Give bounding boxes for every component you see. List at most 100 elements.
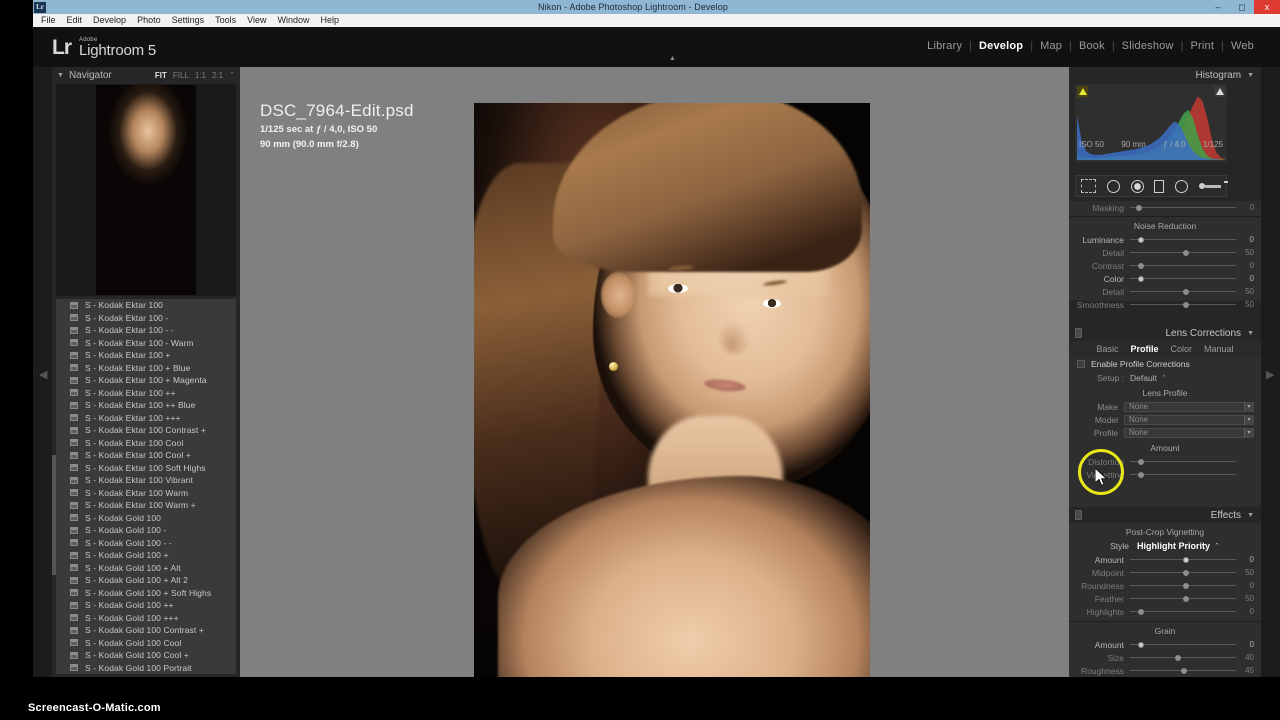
histogram-header[interactable]: Histogram ▼ <box>1069 67 1261 83</box>
slider-row[interactable]: Color 0 <box>1069 272 1261 285</box>
preset-item[interactable]: S - Kodak Gold 100 + <box>56 549 236 562</box>
module-map[interactable]: Map <box>1033 40 1069 52</box>
preset-item[interactable]: S - Kodak Gold 100 + Alt <box>56 562 236 575</box>
slider-row[interactable]: Highlights 0 <box>1069 605 1261 618</box>
slider-row[interactable]: Luminance 0 <box>1069 233 1261 246</box>
panel-switch-icon[interactable] <box>1075 510 1082 520</box>
preset-item[interactable]: S - Kodak Gold 100 ++ <box>56 599 236 612</box>
zoom-caret-icon[interactable]: ⌃ <box>229 71 235 79</box>
field-select[interactable]: None ▾ <box>1124 401 1254 412</box>
disclosure-triangle-icon[interactable]: ▼ <box>1247 512 1254 519</box>
preset-item[interactable]: S - Kodak Ektar 100 Contrast + <box>56 424 236 437</box>
setup-row[interactable]: Setup : Default ⌃ <box>1069 371 1261 384</box>
slider-row[interactable]: Amount 0 <box>1069 553 1261 566</box>
top-panel-toggle[interactable]: ▲ <box>669 55 676 62</box>
module-web[interactable]: Web <box>1224 40 1261 52</box>
menu-view[interactable]: View <box>247 14 266 27</box>
zoom-fill[interactable]: FILL <box>173 71 189 80</box>
menu-edit[interactable]: Edit <box>67 14 83 27</box>
preset-item[interactable]: S - Kodak Ektar 100 +++ <box>56 412 236 425</box>
lens-profile-field[interactable]: Profile None ▾ <box>1069 426 1261 439</box>
module-library[interactable]: Library <box>920 40 969 52</box>
module-book[interactable]: Book <box>1072 40 1112 52</box>
zoom-2-1[interactable]: 2:1 <box>212 71 223 80</box>
preset-item[interactable]: S - Kodak Ektar 100 + <box>56 349 236 362</box>
slider-knob[interactable] <box>1180 667 1187 674</box>
disclosure-triangle-icon[interactable]: ▼ <box>57 72 64 79</box>
preset-item[interactable]: S - Kodak Gold 100 Contrast + <box>56 624 236 637</box>
slider-knob[interactable] <box>1183 582 1189 589</box>
adjustment-brush-icon[interactable] <box>1198 183 1221 189</box>
preset-item[interactable]: S - Kodak Gold 100 - <box>56 524 236 537</box>
slider-row[interactable]: Amount 0 <box>1069 638 1261 651</box>
slider-knob[interactable] <box>1138 275 1145 282</box>
slider-knob[interactable] <box>1183 569 1189 576</box>
slider-track[interactable] <box>1130 653 1236 662</box>
preset-item[interactable]: S - Kodak Gold 100 - - <box>56 537 236 550</box>
preset-item[interactable]: S - Kodak Ektar 100 <box>56 299 236 312</box>
effects-header[interactable]: Effects ▼ <box>1069 507 1261 523</box>
preset-item[interactable]: S - Kodak Gold 100 Cool + <box>56 649 236 662</box>
slider-knob[interactable] <box>1174 654 1181 661</box>
preset-item[interactable]: S - Kodak Ektar 100 + Magenta <box>56 374 236 387</box>
zoom-fit[interactable]: FIT <box>155 71 167 80</box>
highlight-clipping-indicator[interactable] <box>1214 86 1225 97</box>
slider-row[interactable]: Midpoint 50 <box>1069 566 1261 579</box>
tab-color[interactable]: Color <box>1170 344 1192 354</box>
disclosure-triangle-icon[interactable]: ▼ <box>1247 330 1254 337</box>
preset-item[interactable]: S - Kodak Ektar 100 Warm <box>56 487 236 500</box>
slider-knob[interactable] <box>1183 288 1189 295</box>
chevron-down-icon[interactable]: ▾ <box>1244 427 1253 438</box>
slider-knob[interactable] <box>1183 249 1189 256</box>
slider-track[interactable] <box>1130 594 1236 603</box>
slider-row[interactable]: Contrast 0 <box>1069 259 1261 272</box>
slider-row[interactable]: Roundness 0 <box>1069 579 1261 592</box>
slider-knob[interactable] <box>1138 236 1145 243</box>
enable-profile-corrections-row[interactable]: Enable Profile Corrections <box>1069 357 1261 371</box>
navigator-preview[interactable] <box>56 84 236 296</box>
minimize-button[interactable]: – <box>1206 0 1230 14</box>
menu-develop[interactable]: Develop <box>93 14 126 27</box>
panel-switch-icon[interactable] <box>1075 328 1082 338</box>
slider-track[interactable] <box>1130 470 1236 479</box>
preset-item[interactable]: S - Kodak Ektar 100 Vibrant <box>56 474 236 487</box>
preset-item[interactable]: S - Kodak Ektar 100 ++ <box>56 387 236 400</box>
slider-track[interactable] <box>1130 457 1236 466</box>
slider-row[interactable]: Feather 50 <box>1069 592 1261 605</box>
slider-row[interactable]: Detail 50 <box>1069 285 1261 298</box>
zoom-1-1[interactable]: 1:1 <box>195 71 206 80</box>
menu-file[interactable]: File <box>41 14 56 27</box>
menu-photo[interactable]: Photo <box>137 14 161 27</box>
preset-item[interactable]: S - Kodak Ektar 100 - - <box>56 324 236 337</box>
chevron-down-icon[interactable]: ▾ <box>1244 414 1253 425</box>
shadow-clipping-indicator[interactable] <box>1077 86 1088 97</box>
slider-knob[interactable] <box>1138 641 1145 648</box>
slider-track[interactable] <box>1130 666 1236 675</box>
chevron-down-icon[interactable]: ⌃ <box>1161 374 1167 382</box>
slider-knob[interactable] <box>1183 595 1189 602</box>
preset-item[interactable]: S - Kodak Ektar 100 - <box>56 312 236 325</box>
preset-item[interactable]: S - Kodak Ektar 100 ++ Blue <box>56 399 236 412</box>
slider-row[interactable]: Smoothness 50 <box>1069 298 1261 311</box>
preset-item[interactable]: S - Kodak Ektar 100 Warm + <box>56 499 236 512</box>
slider-knob[interactable] <box>1183 556 1189 563</box>
spot-removal-icon[interactable] <box>1106 179 1120 193</box>
maximize-button[interactable]: ◻ <box>1230 0 1254 14</box>
preset-item[interactable]: S - Kodak Ektar 100 Soft Highs <box>56 462 236 475</box>
slider-track[interactable] <box>1130 235 1236 244</box>
field-select[interactable]: None ▾ <box>1124 414 1254 425</box>
tab-manual[interactable]: Manual <box>1204 344 1234 354</box>
lens-profile-field[interactable]: Model None ▾ <box>1069 413 1261 426</box>
menu-help[interactable]: Help <box>321 14 340 27</box>
left-panel-scrollbar[interactable] <box>52 455 56 575</box>
preset-item[interactable]: S - Kodak Gold 100 +++ <box>56 612 236 625</box>
slider-track[interactable] <box>1130 640 1236 649</box>
style-value[interactable]: Highlight Priority <box>1137 541 1210 551</box>
slider-knob[interactable] <box>1183 301 1189 308</box>
right-panel-collapse-arrow[interactable]: ▶ <box>1266 367 1275 383</box>
disclosure-triangle-icon[interactable]: ▼ <box>1247 72 1254 79</box>
left-panel-collapse-arrow[interactable]: ◀ <box>39 367 48 383</box>
slider-track[interactable] <box>1130 555 1236 564</box>
graduated-filter-icon[interactable] <box>1154 179 1165 193</box>
slider-track[interactable] <box>1130 300 1236 309</box>
